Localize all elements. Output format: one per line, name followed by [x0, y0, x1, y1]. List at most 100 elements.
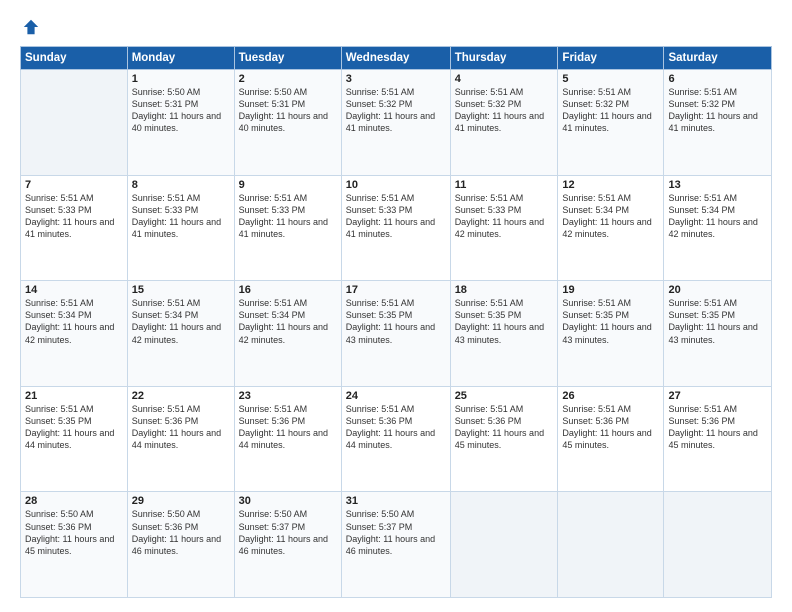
weekday-header: Tuesday — [234, 47, 341, 70]
cell-text: Sunrise: 5:50 AMSunset: 5:36 PMDaylight:… — [25, 509, 114, 555]
day-number: 23 — [239, 390, 337, 402]
calendar-cell: 1 Sunrise: 5:50 AMSunset: 5:31 PMDaylight… — [127, 70, 234, 176]
day-number: 5 — [562, 73, 659, 85]
calendar-cell: 14 Sunrise: 5:51 AMSunset: 5:34 PMDayligh… — [21, 281, 128, 387]
day-number: 24 — [346, 390, 446, 402]
calendar-cell: 7Sunrise: 5:51 AMSunset: 5:33 PMDaylight… — [21, 175, 128, 281]
cell-text: Sunrise: 5:51 AMSunset: 5:34 PMDaylight:… — [562, 193, 651, 239]
day-number: 8 — [132, 179, 230, 191]
cell-text: Sunrise: 5:51 AMSunset: 5:33 PMDaylight:… — [239, 193, 328, 239]
calendar-cell: 28 Sunrise: 5:50 AMSunset: 5:36 PMDayligh… — [21, 492, 128, 598]
day-number: 14 — [25, 284, 123, 296]
cell-text: Sunrise: 5:51 AMSunset: 5:33 PMDaylight:… — [132, 193, 221, 239]
calendar-cell — [21, 70, 128, 176]
calendar-cell: 16 Sunrise: 5:51 AMSunset: 5:34 PMDayligh… — [234, 281, 341, 387]
calendar-cell: 27 Sunrise: 5:51 AMSunset: 5:36 PMDayligh… — [664, 386, 772, 492]
calendar-cell: 21 Sunrise: 5:51 AMSunset: 5:35 PMDayligh… — [21, 386, 128, 492]
cell-text: Sunrise: 5:50 AMSunset: 5:36 PMDaylight:… — [132, 509, 221, 555]
weekday-header: Wednesday — [341, 47, 450, 70]
calendar-cell: 12 Sunrise: 5:51 AMSunset: 5:34 PMDayligh… — [558, 175, 664, 281]
day-number: 22 — [132, 390, 230, 402]
cell-text: Sunrise: 5:51 AMSunset: 5:35 PMDaylight:… — [668, 298, 757, 344]
calendar-cell: 29 Sunrise: 5:50 AMSunset: 5:36 PMDayligh… — [127, 492, 234, 598]
cell-text: Sunrise: 5:51 AMSunset: 5:33 PMDaylight:… — [25, 193, 114, 239]
header — [20, 18, 772, 36]
calendar-cell: 4Sunrise: 5:51 AMSunset: 5:32 PMDaylight… — [450, 70, 558, 176]
day-number: 11 — [455, 179, 554, 191]
weekday-header: Monday — [127, 47, 234, 70]
cell-text: Sunrise: 5:51 AMSunset: 5:34 PMDaylight:… — [25, 298, 114, 344]
cell-text: Sunrise: 5:50 AMSunset: 5:31 PMDaylight:… — [239, 87, 328, 133]
calendar-cell: 8 Sunrise: 5:51 AMSunset: 5:33 PMDaylight… — [127, 175, 234, 281]
day-number: 29 — [132, 495, 230, 507]
cell-text: Sunrise: 5:51 AMSunset: 5:33 PMDaylight:… — [346, 193, 435, 239]
day-number: 3 — [346, 73, 446, 85]
day-number: 12 — [562, 179, 659, 191]
weekday-header: Saturday — [664, 47, 772, 70]
calendar-cell — [450, 492, 558, 598]
cell-text: Sunrise: 5:51 AMSunset: 5:32 PMDaylight:… — [668, 87, 757, 133]
weekday-header: Friday — [558, 47, 664, 70]
day-number: 18 — [455, 284, 554, 296]
calendar-cell: 23 Sunrise: 5:51 AMSunset: 5:36 PMDayligh… — [234, 386, 341, 492]
day-number: 19 — [562, 284, 659, 296]
calendar-cell: 10Sunrise: 5:51 AMSunset: 5:33 PMDayligh… — [341, 175, 450, 281]
calendar-cell: 13Sunrise: 5:51 AMSunset: 5:34 PMDayligh… — [664, 175, 772, 281]
calendar-cell: 15 Sunrise: 5:51 AMSunset: 5:34 PMDayligh… — [127, 281, 234, 387]
day-number: 9 — [239, 179, 337, 191]
day-number: 31 — [346, 495, 446, 507]
weekday-header: Thursday — [450, 47, 558, 70]
calendar-cell: 9 Sunrise: 5:51 AMSunset: 5:33 PMDaylight… — [234, 175, 341, 281]
calendar-cell: 26Sunrise: 5:51 AMSunset: 5:36 PMDayligh… — [558, 386, 664, 492]
day-number: 30 — [239, 495, 337, 507]
calendar-cell: 24Sunrise: 5:51 AMSunset: 5:36 PMDayligh… — [341, 386, 450, 492]
day-number: 25 — [455, 390, 554, 402]
day-number: 27 — [668, 390, 767, 402]
cell-text: Sunrise: 5:51 AMSunset: 5:32 PMDaylight:… — [455, 87, 544, 133]
cell-text: Sunrise: 5:51 AMSunset: 5:36 PMDaylight:… — [455, 404, 544, 450]
cell-text: Sunrise: 5:51 AMSunset: 5:33 PMDaylight:… — [455, 193, 544, 239]
day-number: 17 — [346, 284, 446, 296]
day-number: 20 — [668, 284, 767, 296]
calendar-cell: 2 Sunrise: 5:50 AMSunset: 5:31 PMDaylight… — [234, 70, 341, 176]
calendar-cell: 20 Sunrise: 5:51 AMSunset: 5:35 PMDayligh… — [664, 281, 772, 387]
cell-text: Sunrise: 5:51 AMSunset: 5:36 PMDaylight:… — [668, 404, 757, 450]
day-number: 28 — [25, 495, 123, 507]
cell-text: Sunrise: 5:51 AMSunset: 5:36 PMDaylight:… — [239, 404, 328, 450]
cell-text: Sunrise: 5:51 AMSunset: 5:35 PMDaylight:… — [346, 298, 435, 344]
cell-text: Sunrise: 5:51 AMSunset: 5:36 PMDaylight:… — [562, 404, 651, 450]
cell-text: Sunrise: 5:51 AMSunset: 5:34 PMDaylight:… — [132, 298, 221, 344]
calendar-table: SundayMondayTuesdayWednesdayThursdayFrid… — [20, 46, 772, 598]
cell-text: Sunrise: 5:51 AMSunset: 5:32 PMDaylight:… — [562, 87, 651, 133]
cell-text: Sunrise: 5:51 AMSunset: 5:34 PMDaylight:… — [239, 298, 328, 344]
day-number: 2 — [239, 73, 337, 85]
day-number: 6 — [668, 73, 767, 85]
cell-text: Sunrise: 5:50 AMSunset: 5:31 PMDaylight:… — [132, 87, 221, 133]
logo-icon — [22, 18, 40, 36]
calendar-cell: 11 Sunrise: 5:51 AMSunset: 5:33 PMDayligh… — [450, 175, 558, 281]
logo — [20, 18, 40, 36]
day-number: 16 — [239, 284, 337, 296]
calendar-cell: 18 Sunrise: 5:51 AMSunset: 5:35 PMDayligh… — [450, 281, 558, 387]
calendar-cell: 6 Sunrise: 5:51 AMSunset: 5:32 PMDaylight… — [664, 70, 772, 176]
day-number: 21 — [25, 390, 123, 402]
cell-text: Sunrise: 5:51 AMSunset: 5:35 PMDaylight:… — [25, 404, 114, 450]
calendar-cell — [558, 492, 664, 598]
calendar-cell: 31 Sunrise: 5:50 AMSunset: 5:37 PMDayligh… — [341, 492, 450, 598]
cell-text: Sunrise: 5:51 AMSunset: 5:36 PMDaylight:… — [132, 404, 221, 450]
cell-text: Sunrise: 5:51 AMSunset: 5:32 PMDaylight:… — [346, 87, 435, 133]
day-number: 1 — [132, 73, 230, 85]
calendar-cell: 30Sunrise: 5:50 AMSunset: 5:37 PMDayligh… — [234, 492, 341, 598]
cell-text: Sunrise: 5:50 AMSunset: 5:37 PMDaylight:… — [346, 509, 435, 555]
calendar-cell: 17 Sunrise: 5:51 AMSunset: 5:35 PMDayligh… — [341, 281, 450, 387]
calendar-cell: 3 Sunrise: 5:51 AMSunset: 5:32 PMDaylight… — [341, 70, 450, 176]
day-number: 13 — [668, 179, 767, 191]
day-number: 15 — [132, 284, 230, 296]
calendar-cell: 22 Sunrise: 5:51 AMSunset: 5:36 PMDayligh… — [127, 386, 234, 492]
page: SundayMondayTuesdayWednesdayThursdayFrid… — [0, 0, 792, 612]
cell-text: Sunrise: 5:51 AMSunset: 5:35 PMDaylight:… — [455, 298, 544, 344]
calendar-cell: 5 Sunrise: 5:51 AMSunset: 5:32 PMDaylight… — [558, 70, 664, 176]
cell-text: Sunrise: 5:51 AMSunset: 5:35 PMDaylight:… — [562, 298, 651, 344]
calendar-cell: 25 Sunrise: 5:51 AMSunset: 5:36 PMDayligh… — [450, 386, 558, 492]
calendar-cell: 19 Sunrise: 5:51 AMSunset: 5:35 PMDayligh… — [558, 281, 664, 387]
